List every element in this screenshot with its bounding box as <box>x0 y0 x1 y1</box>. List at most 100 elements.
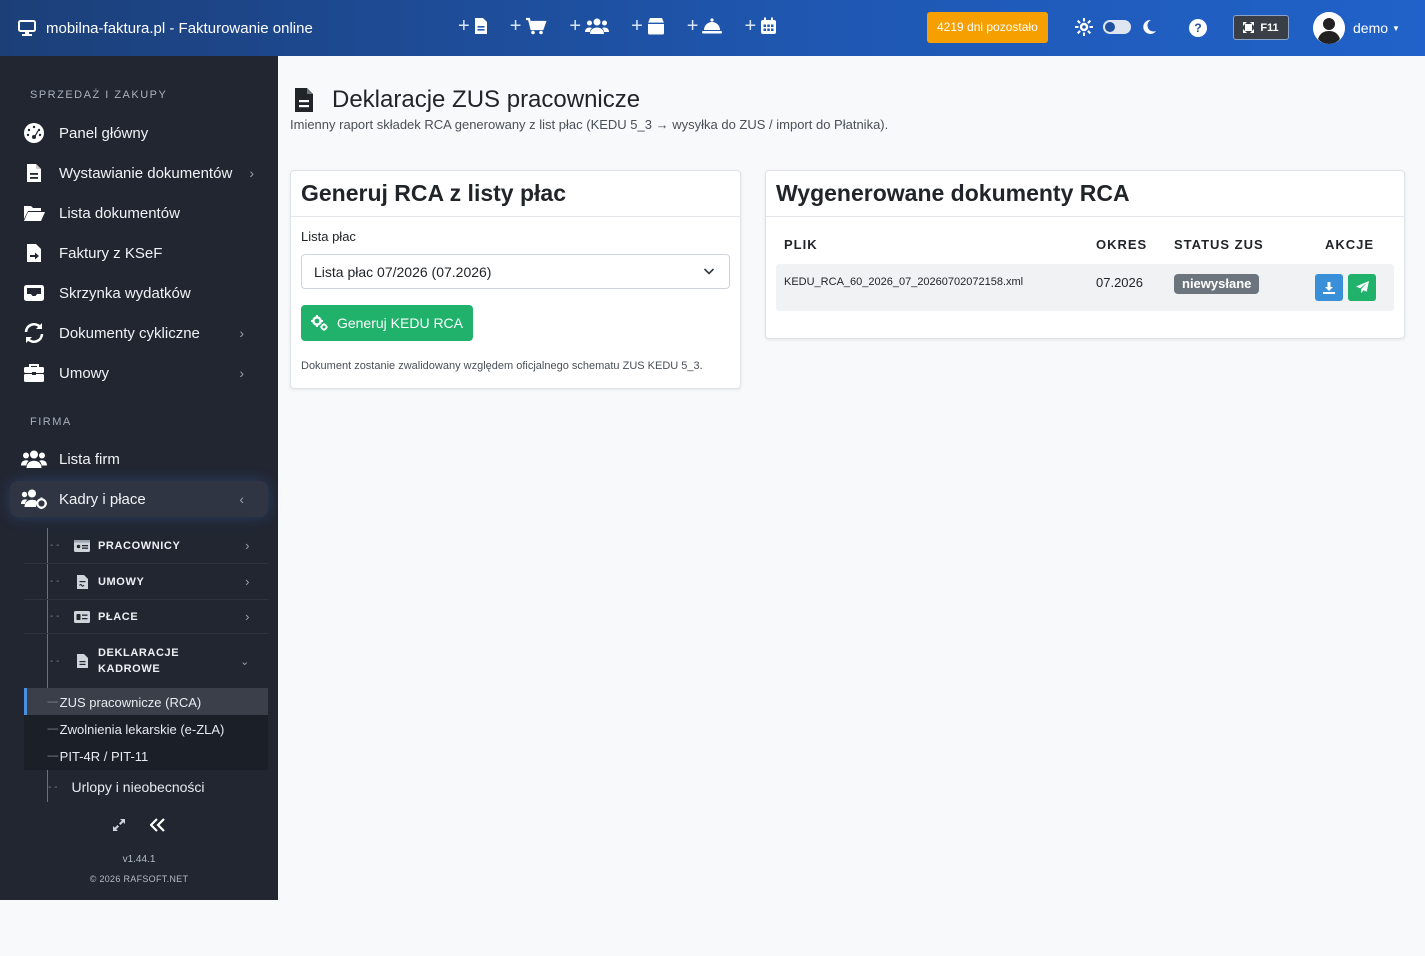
tree-dash: - - <box>50 540 60 551</box>
sidebar-item-label: Lista firm <box>59 450 120 468</box>
sidebar-sub-hr-declarations[interactable]: - - DEKLARACJE KADROWE ⌄ <box>24 634 268 688</box>
quick-add-document-button[interactable]: + <box>458 16 488 36</box>
users-cog-icon <box>21 489 47 509</box>
generate-rca-card: Generuj RCA z listy płac Lista płac List… <box>290 170 741 389</box>
file-icon <box>474 18 487 34</box>
cart-icon <box>526 17 547 35</box>
expand-arrows-icon[interactable] <box>112 818 126 832</box>
gauge-icon <box>24 123 44 143</box>
top-navbar: mobilna-faktura.pl - Fakturowanie online… <box>0 0 1425 56</box>
payroll-select-value: Lista płac 07/2026 (07.2026) <box>314 263 492 280</box>
table-row: KEDU_RCA_60_2026_07_20260702072158.xml 0… <box>776 264 1394 311</box>
sidebar-item-dashboard[interactable]: Panel główny <box>10 115 268 151</box>
avatar <box>1313 12 1345 44</box>
sidebar-item-label: Dokumenty cykliczne <box>59 324 200 342</box>
column-header-file: PLIK <box>784 237 818 252</box>
chevron-right-icon: › <box>245 538 250 553</box>
user-avatar-icon <box>1313 12 1345 44</box>
sidebar-item-label: Kadry i płace <box>59 490 146 508</box>
sidebar-item-issue-documents[interactable]: Wystawianie dokumentów › <box>10 155 268 191</box>
sidebar-sub-employees[interactable]: - - PRACOWNICY › <box>24 528 268 564</box>
sidebar-leaf-sick-leave[interactable]: ---- Zwolnienia lekarskie (e-ZLA) <box>24 715 268 743</box>
theme-switch[interactable] <box>1075 18 1157 36</box>
page-subtitle: Imienny raport składek RCA generowany z … <box>290 117 889 132</box>
sidebar-item-label: Skrzynka wydatków <box>59 284 191 302</box>
chevron-right-icon: › <box>239 365 244 381</box>
sync-icon <box>24 323 44 343</box>
sidebar-item-expense-inbox[interactable]: Skrzynka wydatków <box>10 275 268 311</box>
sidebar-item-label: Lista dokumentów <box>59 204 180 222</box>
download-button[interactable] <box>1315 274 1343 301</box>
tree-dash: ---- <box>47 723 59 735</box>
quick-add-service-button[interactable]: + <box>687 16 723 36</box>
page-title-text: Deklaracje ZUS pracownicze <box>332 86 641 113</box>
quick-add-event-button[interactable]: + <box>744 16 777 36</box>
sidebar-sub-label: PŁACE <box>98 610 139 623</box>
period-cell: 07.2026 <box>1096 275 1143 290</box>
username: demo <box>1353 20 1389 36</box>
quick-add-purchase-button[interactable]: + <box>510 16 548 36</box>
fullscreen-key-label: F11 <box>1260 21 1279 34</box>
collapse-sidebar-icon[interactable] <box>150 818 166 832</box>
id-card-icon <box>74 539 90 552</box>
column-header-actions: AKCJE <box>1325 237 1375 252</box>
theme-toggle[interactable] <box>1103 20 1131 34</box>
subscription-days-badge[interactable]: 4219 dni pozostało <box>927 12 1048 43</box>
sidebar-item-label: Umowy <box>59 364 110 382</box>
sidebar: SPRZEDAŻ I ZAKUPY Panel główny Wystawian… <box>0 56 278 900</box>
moon-icon <box>1143 19 1156 34</box>
leaf-label: Zwolnienia lekarskie (e-ZLA) <box>59 721 225 737</box>
file-import-icon <box>27 244 41 262</box>
calendar-icon <box>761 17 777 34</box>
brand-title: mobilna-faktura.pl - Fakturowanie online <box>46 19 313 37</box>
tree-dash: - - <box>48 781 58 793</box>
brand-link[interactable]: mobilna-faktura.pl - Fakturowanie online <box>18 20 313 37</box>
generate-button-label: Generuj KEDU RCA <box>336 315 464 331</box>
chevron-right-icon: › <box>245 609 250 624</box>
sidebar-item-label: Panel główny <box>59 124 149 142</box>
paper-plane-icon <box>1355 281 1369 294</box>
file-text-icon <box>295 88 313 112</box>
payroll-select[interactable]: Lista płac 07/2026 (07.2026) <box>301 254 730 289</box>
sidebar-sub-label: PRACOWNICY <box>98 539 181 552</box>
section-title-sales: SPRZEDAŻ I ZAKUPY <box>30 89 168 101</box>
app-version: v1.44.1 <box>122 854 156 865</box>
tree-dash: - - <box>50 611 60 622</box>
sidebar-item-hr-payroll[interactable]: Kadry i płace ‹ <box>10 481 268 517</box>
sun-icon <box>1075 18 1093 36</box>
sidebar-leaf-pit[interactable]: ---- PIT-4R / PIT-11 <box>24 742 268 770</box>
file-icon <box>76 654 88 668</box>
chevron-left-icon: ‹ <box>239 491 244 507</box>
chevron-down-icon <box>703 268 715 275</box>
sidebar-sub-label: UMOWY <box>98 575 145 588</box>
sidebar-item-label: Wystawianie dokumentów <box>59 164 233 182</box>
user-menu[interactable]: demo ▼ <box>1313 12 1400 44</box>
sidebar-sub-contracts[interactable]: - - UMOWY › <box>24 564 268 600</box>
leaf-label: PIT-4R / PIT-11 <box>59 748 149 764</box>
file-name-cell: KEDU_RCA_60_2026_07_20260702072158.xml <box>784 276 1024 288</box>
download-icon <box>1323 281 1335 294</box>
fullscreen-button[interactable]: F11 <box>1233 15 1289 40</box>
sidebar-item-contracts[interactable]: Umowy › <box>10 355 268 391</box>
payroll-select-label: Lista płac <box>301 229 356 244</box>
sidebar-item-ksef-invoices[interactable]: Faktury z KSeF <box>10 235 268 271</box>
sidebar-sub-payroll[interactable]: - - PŁACE › <box>24 600 268 634</box>
help-icon[interactable]: ? <box>1189 19 1207 37</box>
sidebar-controls <box>112 818 166 832</box>
page-title: Deklaracje ZUS pracownicze <box>294 86 640 114</box>
tree-dash: - - <box>50 576 60 587</box>
quick-add-contractor-button[interactable]: + <box>569 16 610 36</box>
documents-card-title: Wygenerowane dokumenty RCA <box>766 171 1404 217</box>
generate-kedu-rca-button[interactable]: Generuj KEDU RCA <box>301 305 473 341</box>
quick-add-product-button[interactable]: + <box>631 16 665 36</box>
sidebar-item-recurring-documents[interactable]: Dokumenty cykliczne › <box>10 315 268 351</box>
sidebar-item-company-list[interactable]: Lista firm <box>10 441 268 477</box>
copyright: © 2026 RAFSOFT.NET <box>89 874 189 884</box>
column-header-period: OKRES <box>1096 237 1148 252</box>
sidebar-leaf-zus-rca[interactable]: ---- ZUS pracownicze (RCA) <box>24 688 268 716</box>
sidebar-sub-leaves-absences[interactable]: - - Urlopy i nieobecności <box>48 779 205 795</box>
money-card-icon <box>74 610 90 623</box>
sidebar-item-document-list[interactable]: Lista dokumentów <box>10 195 268 231</box>
send-to-zus-button[interactable] <box>1348 274 1376 301</box>
section-title-company: FIRMA <box>30 416 72 428</box>
